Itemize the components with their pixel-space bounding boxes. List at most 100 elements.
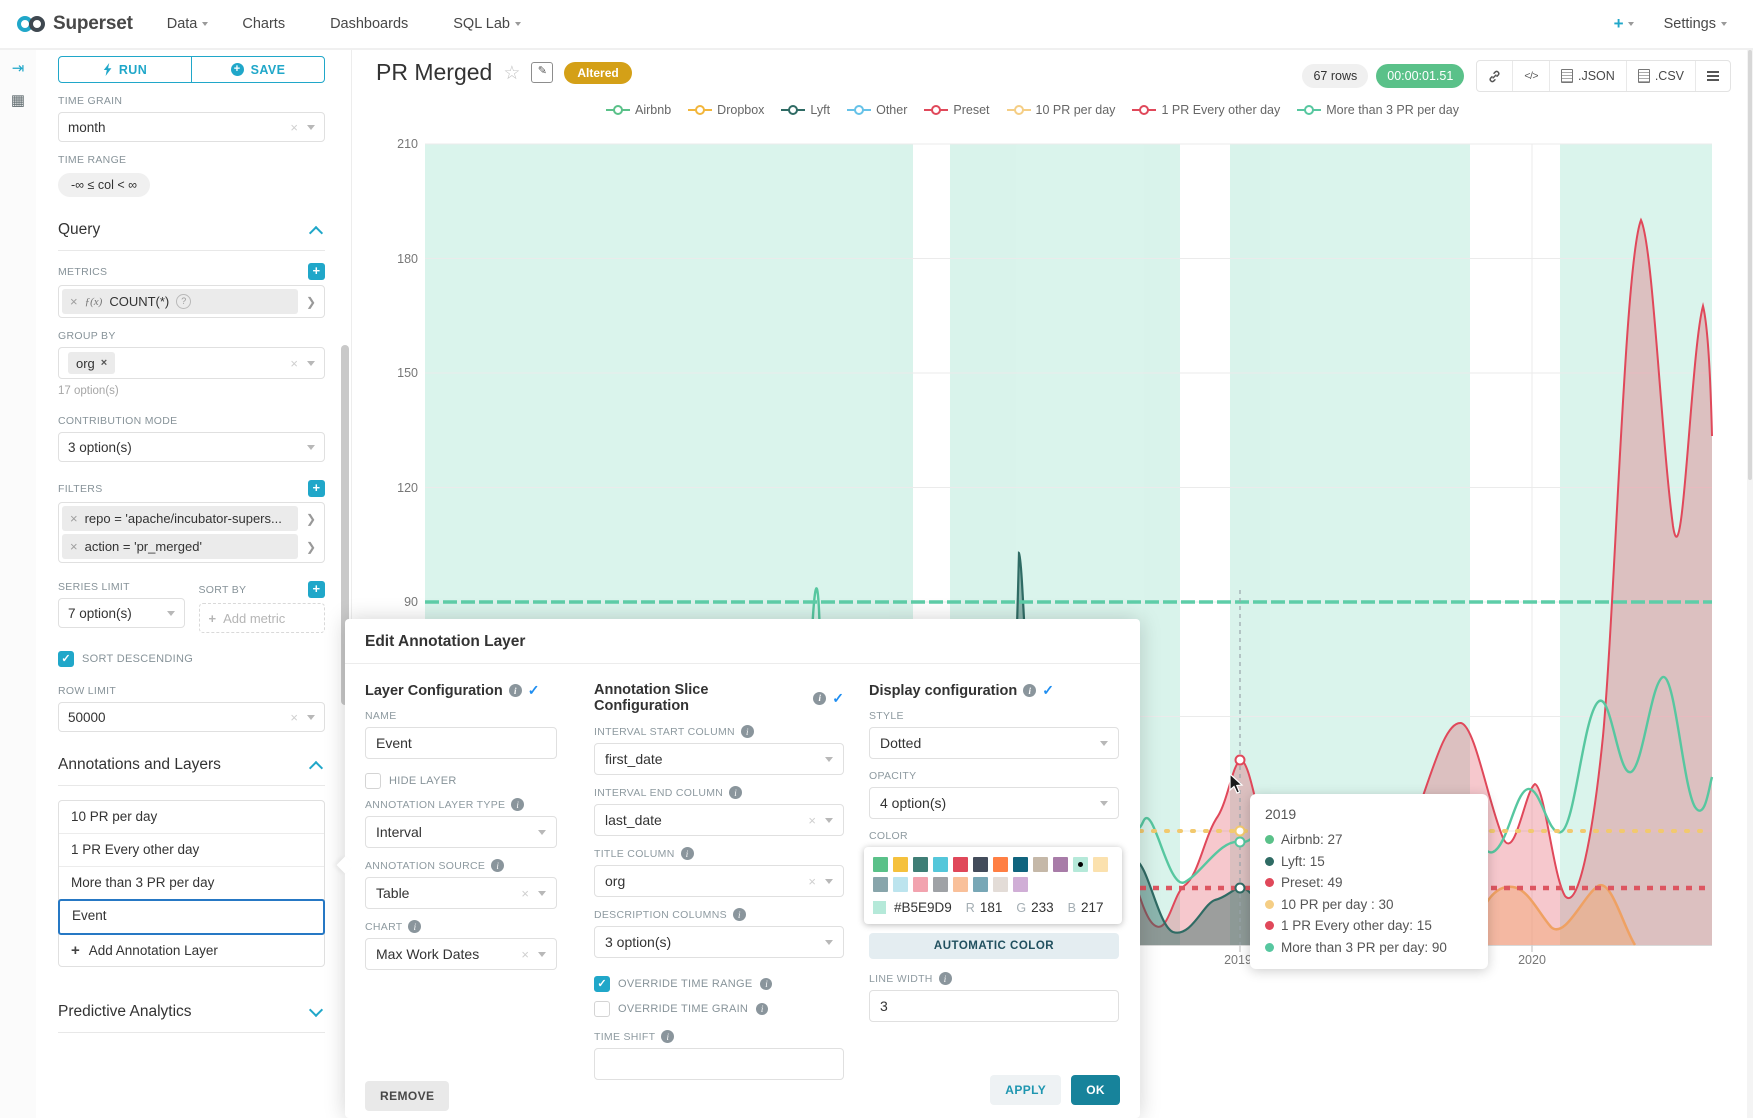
- info-icon[interactable]: i: [1023, 684, 1036, 697]
- time-grain-select[interactable]: month ×: [58, 112, 325, 142]
- info-icon[interactable]: i: [939, 972, 952, 985]
- hex-value[interactable]: #B5E9D9: [894, 900, 952, 915]
- add-new-button[interactable]: +: [1614, 14, 1634, 34]
- remove-icon[interactable]: ×: [70, 294, 78, 309]
- expand-icon[interactable]: ❯: [298, 540, 321, 554]
- expand-icon[interactable]: ❯: [298, 295, 321, 309]
- color-swatch[interactable]: [953, 857, 968, 872]
- clear-icon[interactable]: ×: [521, 886, 529, 901]
- info-icon[interactable]: i: [741, 725, 754, 738]
- r-value[interactable]: 181: [980, 900, 1003, 915]
- metric-chip[interactable]: × ƒ(x) COUNT(*) ?: [62, 289, 298, 314]
- nav-menu-item[interactable]: Dashboards: [330, 16, 419, 32]
- interval-end-select[interactable]: last_date ×: [594, 804, 844, 836]
- legend-item[interactable]: 1 PR Every other day: [1132, 103, 1280, 117]
- sort-by-add-metric[interactable]: +Add metric: [199, 603, 326, 633]
- collapse-datasource-icon[interactable]: ⇥: [0, 56, 36, 82]
- clear-icon[interactable]: ×: [521, 947, 529, 962]
- clear-icon[interactable]: ×: [808, 813, 816, 828]
- color-swatch[interactable]: [1073, 857, 1088, 872]
- color-swatch[interactable]: [893, 877, 908, 892]
- superset-logo[interactable]: Superset: [0, 13, 133, 35]
- description-columns-select[interactable]: 3 option(s): [594, 926, 844, 958]
- annotation-source-select[interactable]: Table ×: [365, 877, 557, 909]
- g-value[interactable]: 233: [1031, 900, 1054, 915]
- info-icon[interactable]: i: [511, 798, 524, 811]
- color-swatch[interactable]: [1093, 857, 1108, 872]
- annotations-section-header[interactable]: Annotations and Layers: [58, 756, 325, 786]
- dataset-grid-icon[interactable]: ▦: [0, 88, 36, 114]
- legend-item[interactable]: Airbnb: [606, 103, 671, 117]
- legend-item[interactable]: Dropbox: [688, 103, 764, 117]
- export-json-button[interactable]: .JSON: [1549, 61, 1626, 91]
- color-swatch[interactable]: [1013, 877, 1028, 892]
- annotation-layer-item[interactable]: 1 PR Every other day: [59, 834, 324, 867]
- edit-properties-icon[interactable]: ✎: [531, 62, 553, 83]
- override-time-range-checkbox[interactable]: ✓: [594, 976, 610, 992]
- legend-item[interactable]: Preset: [924, 103, 989, 117]
- time-range-pill[interactable]: -∞ ≤ col < ∞: [58, 173, 150, 197]
- clear-icon[interactable]: ×: [808, 874, 816, 889]
- info-icon[interactable]: i: [813, 692, 826, 705]
- add-sort-metric-button[interactable]: +: [308, 581, 325, 598]
- clear-icon[interactable]: ×: [290, 710, 298, 725]
- annotation-layer-item[interactable]: More than 3 PR per day: [59, 867, 324, 900]
- color-swatch[interactable]: [873, 877, 888, 892]
- series-limit-select[interactable]: 7 option(s): [58, 598, 185, 628]
- info-icon[interactable]: i: [491, 859, 504, 872]
- remove-icon[interactable]: ×: [70, 539, 78, 554]
- line-width-input[interactable]: 3: [869, 990, 1119, 1022]
- legend-item[interactable]: 10 PR per day: [1007, 103, 1116, 117]
- annotation-layer-item[interactable]: Event: [58, 899, 325, 935]
- group-by-chip[interactable]: org×: [68, 352, 115, 374]
- color-swatch[interactable]: [1013, 857, 1028, 872]
- style-select[interactable]: Dotted: [869, 727, 1119, 759]
- color-swatch[interactable]: [913, 877, 928, 892]
- sort-descending-checkbox[interactable]: ✓: [58, 651, 74, 667]
- color-swatch[interactable]: [893, 857, 908, 872]
- filter-chip[interactable]: × action = 'pr_merged': [62, 534, 298, 559]
- add-filter-button[interactable]: +: [308, 480, 325, 497]
- name-input[interactable]: Event: [365, 727, 557, 759]
- override-time-grain-checkbox[interactable]: [594, 1001, 610, 1017]
- info-icon[interactable]: i: [681, 847, 694, 860]
- group-by-select[interactable]: org× ×: [58, 347, 325, 379]
- b-value[interactable]: 217: [1081, 900, 1104, 915]
- embed-code-button[interactable]: </>: [1512, 61, 1549, 91]
- info-icon[interactable]: i: [760, 978, 772, 990]
- time-shift-input[interactable]: [594, 1048, 844, 1080]
- annotation-layer-item[interactable]: 10 PR per day: [59, 801, 324, 834]
- favorite-star-icon[interactable]: ☆: [503, 62, 520, 85]
- info-icon[interactable]: i: [509, 684, 522, 697]
- nav-menu-item[interactable]: Data: [167, 16, 209, 32]
- export-csv-button[interactable]: .CSV: [1626, 61, 1695, 91]
- chart-menu-button[interactable]: [1695, 61, 1730, 91]
- info-icon[interactable]: i: [408, 920, 421, 933]
- color-swatch[interactable]: [993, 877, 1008, 892]
- copy-link-button[interactable]: [1477, 61, 1512, 91]
- color-swatch[interactable]: [953, 877, 968, 892]
- clear-icon[interactable]: ×: [290, 356, 298, 371]
- filter-chip[interactable]: × repo = 'apache/incubator-supers...: [62, 506, 298, 531]
- remove-icon[interactable]: ×: [70, 511, 78, 526]
- ok-button[interactable]: OK: [1071, 1075, 1120, 1105]
- add-annotation-layer-button[interactable]: + Add Annotation Layer: [59, 934, 324, 966]
- nav-menu-item[interactable]: SQL Lab: [453, 16, 521, 32]
- hide-layer-checkbox[interactable]: [365, 773, 381, 789]
- contribution-mode-select[interactable]: 3 option(s): [58, 432, 325, 462]
- remove-icon[interactable]: ×: [101, 357, 107, 369]
- info-icon[interactable]: i: [729, 786, 742, 799]
- query-section-header[interactable]: Query: [58, 221, 325, 251]
- apply-button[interactable]: APPLY: [990, 1075, 1061, 1105]
- title-column-select[interactable]: org ×: [594, 865, 844, 897]
- color-swatch[interactable]: [1033, 857, 1048, 872]
- nav-menu-item[interactable]: Charts: [242, 16, 296, 32]
- add-metric-button[interactable]: +: [308, 263, 325, 280]
- remove-button[interactable]: REMOVE: [365, 1081, 449, 1111]
- info-icon[interactable]: i: [733, 908, 746, 921]
- legend-item[interactable]: Other: [847, 103, 907, 117]
- interval-start-select[interactable]: first_date: [594, 743, 844, 775]
- color-swatch[interactable]: [973, 877, 988, 892]
- info-icon[interactable]: i: [661, 1030, 674, 1043]
- color-swatch[interactable]: [933, 877, 948, 892]
